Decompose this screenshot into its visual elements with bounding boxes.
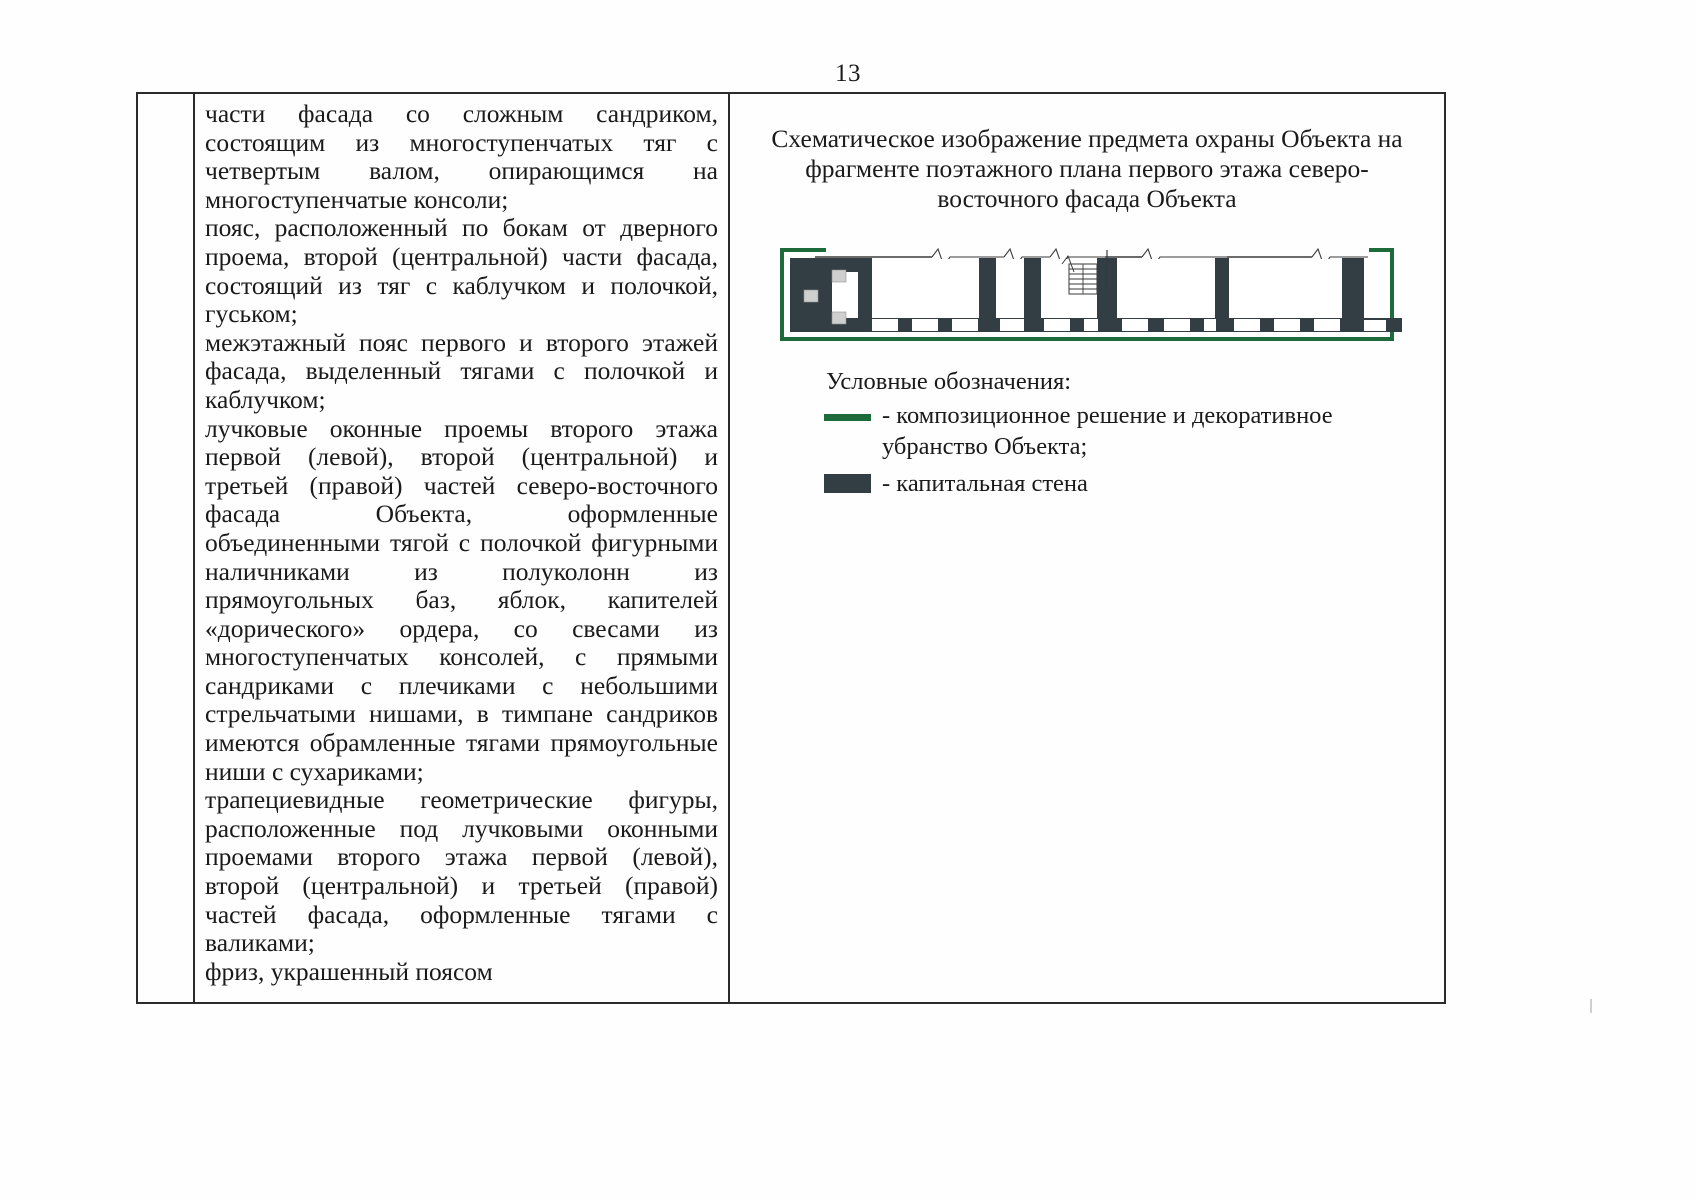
- legend-item-label: - композиционное решение и декоративное …: [882, 402, 1333, 460]
- table-column-narrow: [138, 94, 195, 1002]
- legend-item-capital-wall: - капитальная стена: [818, 468, 1388, 499]
- floor-plan-svg: [780, 247, 1402, 341]
- green-line-swatch-icon: [818, 400, 876, 431]
- paragraph: межэтажный пояс первого и второго этажей…: [205, 327, 718, 414]
- paragraph: пояс, расположенный по бокам от дверного…: [205, 213, 718, 329]
- content-table: части фасада со сложным сандриком, состо…: [136, 92, 1592, 1013]
- scan-artifact: [1590, 999, 1592, 1013]
- paragraph: части фасада со сложным сандриком, состо…: [205, 99, 718, 214]
- table-column-figure: Схематическое изображение предмета охран…: [730, 94, 1592, 1013]
- legend-item-composition: - композиционное решение и декоративное …: [818, 400, 1388, 462]
- paragraph: лучковые оконные проемы второго этажа пе…: [205, 413, 718, 786]
- paragraph: трапециевидные геометрические фигуры, ра…: [205, 785, 718, 958]
- dark-block-swatch-icon: [818, 468, 876, 499]
- bottom-wall-piers: [858, 318, 1402, 332]
- paragraph: фриз, украшенный поясом: [205, 956, 493, 986]
- legend-item-label: - капитальная стена: [882, 470, 1088, 497]
- legend: Условные обозначения: - композиционное р…: [818, 366, 1388, 505]
- legend-title: Условные обозначения:: [826, 368, 1072, 395]
- page-number: 13: [835, 60, 861, 87]
- table-column-text: части фасада со сложным сандриком, состо…: [195, 94, 730, 1002]
- floor-plan-diagram: [772, 242, 1402, 347]
- body-text-block: части фасада со сложным сандриком, состо…: [205, 99, 718, 986]
- document-page: 13 части фасада со сложным сандриком, со…: [0, 0, 1696, 1200]
- figure-title: Схематическое изображение предмета охран…: [771, 124, 1403, 213]
